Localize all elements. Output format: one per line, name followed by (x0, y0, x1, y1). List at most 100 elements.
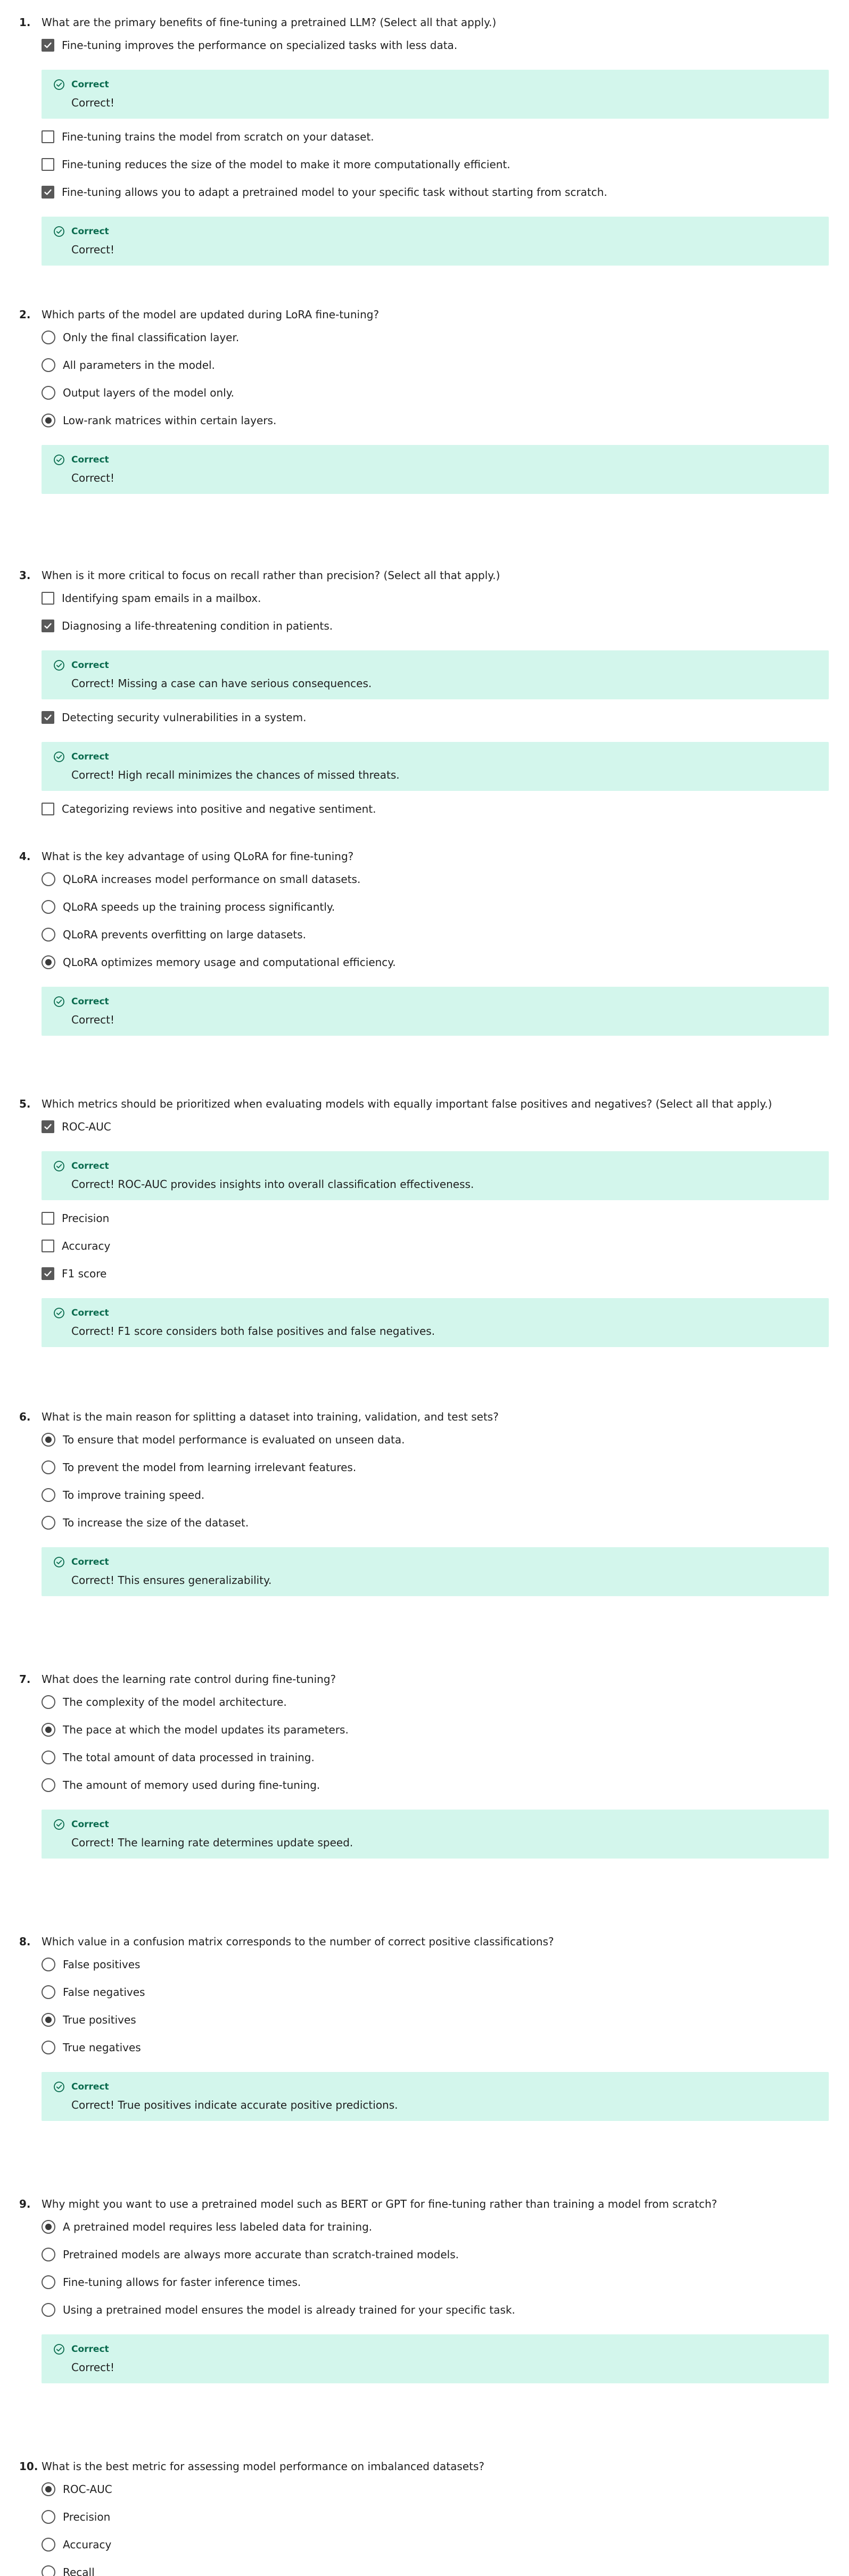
checkbox-checked[interactable] (42, 711, 54, 724)
option-3[interactable]: The total amount of data processed in tr… (42, 1751, 787, 1764)
radio-button[interactable] (42, 358, 55, 372)
radio-button[interactable] (42, 1778, 55, 1792)
radio-button[interactable] (42, 1460, 55, 1474)
option-3[interactable]: Accuracy (42, 2538, 787, 2552)
option-4[interactable]: The amount of memory used during fine-tu… (42, 1778, 787, 1792)
checkbox[interactable] (42, 130, 54, 143)
radio-button[interactable] (42, 1751, 55, 1764)
option-2[interactable]: Pretrained models are always more accura… (42, 2248, 787, 2261)
option-4[interactable]: True negatives (42, 2041, 787, 2054)
checkbox-checked[interactable] (42, 1267, 54, 1280)
radio-selected[interactable] (42, 2482, 55, 2496)
option-3[interactable]: Fine-tuning allows for faster inference … (42, 2275, 787, 2289)
radio-button[interactable] (42, 2248, 55, 2261)
option-4[interactable]: Categorizing reviews into positive and n… (42, 802, 787, 816)
checkbox[interactable] (42, 1240, 54, 1252)
option-3[interactable]: Fine-tuning reduces the size of the mode… (42, 158, 787, 171)
feedback-message: Correct! The learning rate determines up… (71, 1836, 353, 1849)
option-3[interactable]: QLoRA prevents overfitting on large data… (42, 928, 787, 942)
option-2[interactable]: To prevent the model from learning irrel… (42, 1460, 787, 1474)
option-2[interactable]: False negatives (42, 1985, 787, 1999)
option-label: A pretrained model requires less labeled… (63, 2220, 373, 2233)
question-text: Why might you want to use a pretrained m… (42, 2198, 718, 2210)
radio-button[interactable] (42, 900, 55, 914)
radio-button[interactable] (42, 2565, 55, 2576)
radio-button[interactable] (42, 1516, 55, 1530)
feedback-title: Correct (71, 1819, 109, 1830)
option-4[interactable]: To increase the size of the dataset. (42, 1516, 787, 1530)
checkbox-checked[interactable] (42, 39, 54, 52)
option-label: Fine-tuning allows for faster inference … (63, 2276, 301, 2289)
option-2[interactable]: The pace at which the model updates its … (42, 1723, 787, 1737)
radio-selected[interactable] (42, 1433, 55, 1447)
option-3[interactable]: True positives (42, 2013, 787, 2027)
question-number: 4. (19, 850, 31, 863)
option-1[interactable]: False positives (42, 1958, 787, 1971)
radio-button[interactable] (42, 872, 55, 886)
question-text: Which parts of the model are updated dur… (42, 308, 380, 321)
radio-button[interactable] (42, 928, 55, 942)
radio-button[interactable] (42, 2538, 55, 2552)
feedback-title: Correct (71, 1557, 109, 1567)
checkbox[interactable] (42, 1212, 54, 1225)
checkbox[interactable] (42, 803, 54, 815)
option-1[interactable]: The complexity of the model architecture… (42, 1695, 787, 1709)
checkbox-checked[interactable] (42, 620, 54, 632)
option-2[interactable]: QLoRA speeds up the training process sig… (42, 900, 787, 914)
option-1[interactable]: Only the final classification layer. (42, 331, 787, 344)
question-header: 5. Which metrics should be prioritized wh… (19, 1097, 828, 1111)
option-3[interactable]: To improve training speed. (42, 1488, 787, 1502)
checkbox-checked[interactable] (42, 1120, 54, 1133)
option-4[interactable]: F1 score (42, 1267, 787, 1281)
option-4[interactable]: Low-rank matrices within certain layers. (42, 414, 787, 427)
option-1[interactable]: Identifying spam emails in a mailbox. (42, 591, 787, 605)
option-1[interactable]: Fine-tuning improves the performance on … (42, 38, 787, 52)
radio-button[interactable] (42, 1488, 55, 1502)
feedback-message: Correct! (71, 243, 115, 256)
radio-button[interactable] (42, 2041, 55, 2054)
radio-selected[interactable] (42, 1723, 55, 1737)
option-2[interactable]: Precision (42, 1211, 787, 1225)
radio-button[interactable] (42, 2275, 55, 2289)
option-2[interactable]: Diagnosing a life-threatening condition … (42, 619, 787, 633)
question-header: 9. Why might you want to use a pretrained… (19, 2197, 828, 2211)
option-2[interactable]: All parameters in the model. (42, 358, 787, 372)
radio-dot (45, 1727, 52, 1733)
radio-button[interactable] (42, 331, 55, 344)
checkbox-checked[interactable] (42, 186, 54, 199)
option-1[interactable]: QLoRA increases model performance on sma… (42, 872, 787, 886)
radio-button[interactable] (42, 2303, 55, 2317)
option-4[interactable]: QLoRA optimizes memory usage and computa… (42, 955, 787, 969)
option-2[interactable]: Fine-tuning trains the model from scratc… (42, 130, 787, 144)
option-4[interactable]: Using a pretrained model ensures the mod… (42, 2303, 787, 2317)
option-label: To prevent the model from learning irrel… (63, 1461, 357, 1474)
radio-selected[interactable] (42, 414, 55, 427)
option-3[interactable]: Detecting security vulnerabilities in a … (42, 711, 787, 724)
option-1[interactable]: ROC-AUC (42, 2482, 787, 2496)
option-3[interactable]: Accuracy (42, 1239, 787, 1253)
checkbox[interactable] (42, 592, 54, 605)
radio-button[interactable] (42, 2510, 55, 2524)
option-2[interactable]: Precision (42, 2510, 787, 2524)
option-label: ROC-AUC (63, 2483, 112, 2496)
question-header: 7. What does the learning rate control du… (19, 1672, 828, 1686)
option-4[interactable]: Fine-tuning allows you to adapt a pretra… (42, 185, 787, 199)
option-3[interactable]: Output layers of the model only. (42, 386, 787, 400)
option-1[interactable]: To ensure that model performance is eval… (42, 1433, 787, 1447)
option-label: Pretrained models are always more accura… (63, 2248, 459, 2261)
feedback-correct: Correct Correct! This ensures generalizab… (42, 1547, 829, 1596)
radio-button[interactable] (42, 1958, 55, 1971)
radio-selected[interactable] (42, 955, 55, 969)
option-label: Precision (62, 1212, 110, 1225)
checkbox[interactable] (42, 158, 54, 171)
radio-button[interactable] (42, 1695, 55, 1709)
radio-selected[interactable] (42, 2220, 55, 2234)
radio-button[interactable] (42, 1985, 55, 1999)
radio-button[interactable] (42, 386, 55, 400)
option-1[interactable]: ROC-AUC (42, 1120, 787, 1134)
radio-selected[interactable] (42, 2013, 55, 2027)
option-1[interactable]: A pretrained model requires less labeled… (42, 2220, 787, 2234)
option-4[interactable]: Recall (42, 2565, 787, 2576)
feedback-title: Correct (71, 2344, 109, 2355)
option-label: QLoRA increases model performance on sma… (63, 873, 361, 886)
